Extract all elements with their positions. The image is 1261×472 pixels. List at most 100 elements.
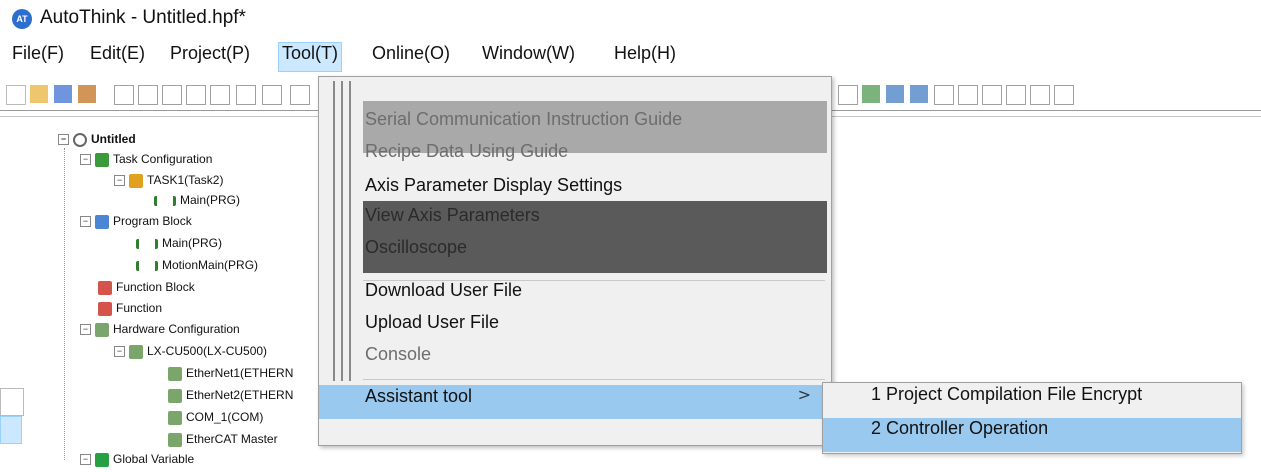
stop-icon[interactable] xyxy=(958,85,978,105)
assistant-tool-label: Assistant tool xyxy=(365,386,473,406)
tree-hardware-configuration[interactable]: − Hardware Configuration xyxy=(80,322,240,342)
menu-item-oscilloscope[interactable]: Oscilloscope xyxy=(365,237,467,269)
tree-label: COM_1(COM) xyxy=(186,410,264,424)
tree-label: Task Configuration xyxy=(113,152,213,166)
collapse-icon[interactable]: − xyxy=(80,216,91,228)
download-icon[interactable] xyxy=(910,85,928,103)
hardware-icon xyxy=(95,322,109,337)
undo-icon[interactable] xyxy=(236,85,256,105)
menu-item-view-axis-parameters[interactable]: View Axis Parameters xyxy=(365,205,540,237)
menu-item-assistant-tool[interactable]: Assistant tool > xyxy=(319,385,829,419)
menu-project[interactable]: Project(P) xyxy=(170,43,250,71)
title-bar: AT AutoThink - Untitled.hpf* xyxy=(0,0,1261,34)
new-file-icon[interactable] xyxy=(6,85,26,105)
tree-global-variable[interactable]: − Global Variable xyxy=(80,452,194,472)
login-icon[interactable] xyxy=(862,85,880,103)
menu-tool[interactable]: Tool(T) xyxy=(277,42,343,72)
tree-function-block[interactable]: Function Block xyxy=(98,280,195,300)
submenu-label: 2 Controller Operation xyxy=(871,418,1049,438)
tree-label: Program Block xyxy=(113,214,192,228)
tree-task1[interactable]: − TASK1(Task2) xyxy=(114,173,223,193)
side-panel-tab[interactable] xyxy=(0,388,24,416)
replace-icon[interactable] xyxy=(210,85,230,105)
tree-label: Global Variable xyxy=(113,452,195,466)
tree-label: MotionMain(PRG) xyxy=(162,258,259,272)
menu-file[interactable]: File(F) xyxy=(12,43,64,71)
tree-task-configuration[interactable]: − Task Configuration xyxy=(80,152,212,172)
save-icon[interactable] xyxy=(54,85,72,103)
write-value-icon[interactable] xyxy=(1054,85,1074,105)
collapse-icon[interactable]: − xyxy=(114,175,125,187)
tree-label: TASK1(Task2) xyxy=(147,173,224,187)
save-all-icon[interactable] xyxy=(78,85,96,103)
side-panel-tab-active[interactable] xyxy=(0,416,22,444)
tree-label: Main(PRG) xyxy=(162,236,223,250)
submenu-item-project-encrypt[interactable]: 1 Project Compilation File Encrypt xyxy=(823,384,1241,418)
toolbar-divider-left xyxy=(0,110,318,111)
tree-motion-main[interactable]: MotionMain(PRG) xyxy=(136,258,258,278)
tree-ethercat[interactable]: EtherCAT Master xyxy=(168,432,278,452)
project-gear-icon xyxy=(73,132,87,147)
menu-band-dark: View Axis Parameters Oscilloscope xyxy=(363,201,827,273)
menu-item-download-user-file[interactable]: Download User File xyxy=(365,280,522,312)
tree-label: Function Block xyxy=(116,280,195,294)
collapse-icon[interactable]: − xyxy=(58,134,69,146)
toolbar-divider-right xyxy=(830,110,1261,111)
cut-icon[interactable] xyxy=(114,85,134,105)
menu-edit[interactable]: Edit(E) xyxy=(90,43,145,71)
monitor-icon[interactable] xyxy=(1006,85,1026,105)
submenu-arrow-icon: > xyxy=(797,385,811,404)
collapse-icon[interactable]: − xyxy=(80,324,91,336)
run-icon[interactable] xyxy=(934,85,954,105)
force-icon[interactable] xyxy=(1030,85,1050,105)
collapse-icon[interactable]: − xyxy=(114,346,125,358)
tree-label: Hardware Configuration xyxy=(113,322,240,336)
program-icon xyxy=(154,195,176,206)
open-folder-icon[interactable] xyxy=(30,85,48,103)
menu-item-upload-user-file[interactable]: Upload User File xyxy=(365,312,499,344)
copy-icon[interactable] xyxy=(138,85,158,105)
reset-icon[interactable] xyxy=(982,85,1002,105)
program-icon xyxy=(136,260,158,271)
program-block-icon xyxy=(95,214,109,229)
align-icon[interactable] xyxy=(838,85,858,105)
tree-function[interactable]: Function xyxy=(98,301,162,321)
tree-program-block[interactable]: − Program Block xyxy=(80,214,192,234)
paste-icon[interactable] xyxy=(162,85,182,105)
compile-icon[interactable] xyxy=(290,85,310,105)
function-icon xyxy=(98,301,112,316)
menu-item-console[interactable]: Console xyxy=(365,344,431,376)
tree-task1-main[interactable]: Main(PRG) xyxy=(154,193,240,213)
tree-program-main[interactable]: Main(PRG) xyxy=(136,236,222,256)
find-icon[interactable] xyxy=(186,85,206,105)
logout-icon[interactable] xyxy=(886,85,904,103)
window-title: AutoThink - Untitled.hpf* xyxy=(40,7,246,28)
app-logo-icon: AT xyxy=(12,9,32,29)
collapse-icon[interactable]: − xyxy=(80,454,91,466)
tree-label: EtherNet2(ETHERN xyxy=(186,388,294,402)
submenu-item-controller-operation[interactable]: 2 Controller Operation xyxy=(823,418,1241,452)
tree-label: Function xyxy=(116,301,163,315)
menu-item-recipe-guide[interactable]: Recipe Data Using Guide xyxy=(365,141,568,173)
program-icon xyxy=(136,238,158,249)
menu-bar: File(F) Edit(E) Project(P) Tool(T) Onlin… xyxy=(0,40,1261,72)
tree-label: Untitled xyxy=(91,132,136,146)
menu-online[interactable]: Online(O) xyxy=(372,43,450,71)
collapse-icon[interactable]: − xyxy=(80,154,91,166)
tree-ethernet2[interactable]: EtherNet2(ETHERN xyxy=(168,388,293,408)
redo-icon[interactable] xyxy=(262,85,282,105)
ethernet-port-icon xyxy=(168,388,182,403)
tree-com1[interactable]: COM_1(COM) xyxy=(168,410,263,430)
tree-label: EtherNet1(ETHERN xyxy=(186,366,294,380)
tree-root-untitled[interactable]: − Untitled xyxy=(58,132,136,152)
task-config-icon xyxy=(95,152,109,167)
tree-lx-cu500[interactable]: − LX-CU500(LX-CU500) xyxy=(114,344,267,364)
menu-help[interactable]: Help(H) xyxy=(614,43,676,71)
tree-ethernet1[interactable]: EtherNet1(ETHERN xyxy=(168,366,293,386)
menu-gutter-line xyxy=(333,81,335,381)
assistant-tool-submenu: 1 Project Compilation File Encrypt 2 Con… xyxy=(822,382,1242,454)
ethercat-icon xyxy=(168,432,182,447)
tree-label: EtherCAT Master xyxy=(186,432,278,446)
menu-item-serial-guide[interactable]: Serial Communication Instruction Guide xyxy=(365,109,682,141)
menu-window[interactable]: Window(W) xyxy=(482,43,575,71)
